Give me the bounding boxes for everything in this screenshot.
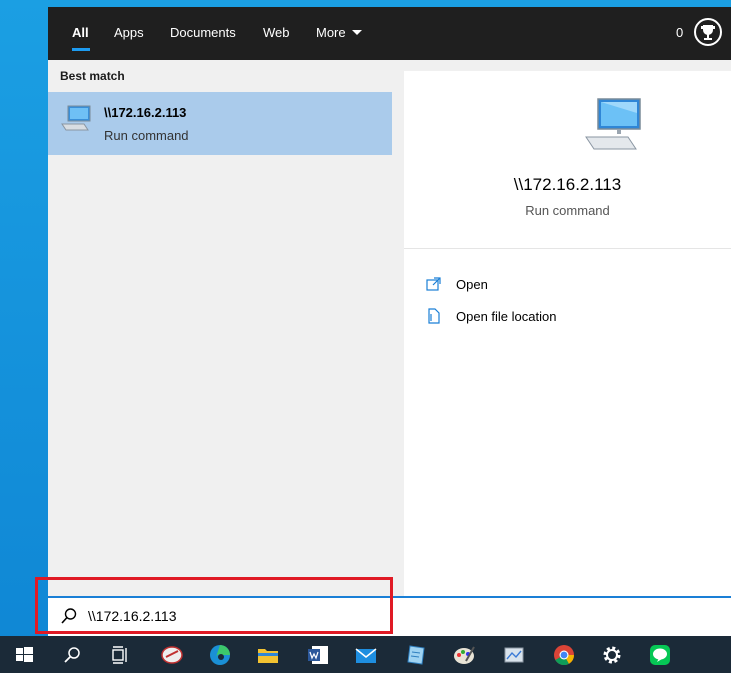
notepad-icon[interactable]: [392, 636, 440, 673]
taskbar: [0, 636, 731, 673]
tab-label: Apps: [114, 25, 144, 40]
trophy-icon[interactable]: [694, 18, 722, 46]
open-label: Open: [456, 277, 488, 292]
computer-icon: [584, 97, 644, 158]
line-icon[interactable]: [636, 636, 684, 673]
detail-subtitle: Run command: [525, 203, 610, 218]
computer-icon: [60, 104, 92, 139]
task-view-icon[interactable]: [96, 636, 144, 673]
rewards-points: 0: [676, 25, 684, 40]
open-file-location-label: Open file location: [456, 309, 557, 324]
chrome-icon[interactable]: [540, 636, 588, 673]
mail-icon[interactable]: [342, 636, 390, 673]
word-icon[interactable]: [294, 636, 342, 673]
active-tab-indicator: [72, 48, 90, 51]
file-location-icon: [426, 308, 442, 329]
chevron-down-icon: [351, 30, 362, 35]
search-icon[interactable]: [48, 636, 96, 673]
tab-label: All: [72, 25, 89, 40]
tab-apps[interactable]: Apps: [114, 7, 144, 60]
tab-web[interactable]: Web: [263, 7, 290, 60]
tab-documents[interactable]: Documents: [170, 7, 236, 60]
divider: [404, 248, 731, 249]
search-panel: All Apps Documents Web More 0 Best match: [48, 7, 731, 636]
open-icon: [426, 276, 442, 297]
tab-more[interactable]: More: [316, 7, 362, 60]
best-match-result[interactable]: \\172.16.2.113 Run command: [48, 92, 392, 155]
settings-icon[interactable]: [588, 636, 636, 673]
results-pane: Best match \\172.16.2.113 Run command: [48, 60, 404, 636]
tab-label: More: [316, 25, 346, 40]
annotation-highlight-box: [35, 577, 393, 634]
screenshot-app-icon[interactable]: [490, 636, 538, 673]
search-tabs-bar: All Apps Documents Web More 0: [48, 7, 731, 60]
tab-all[interactable]: All: [72, 7, 89, 60]
best-match-heading: Best match: [60, 69, 125, 83]
detail-title: \\172.16.2.113: [513, 175, 622, 194]
paint-icon[interactable]: [440, 636, 488, 673]
details-pane: \\172.16.2.113 Run command Open Open fil…: [404, 71, 731, 636]
tab-label: Documents: [170, 25, 236, 40]
tab-label: Web: [263, 25, 290, 40]
result-title: \\172.16.2.113: [104, 105, 187, 120]
result-subtitle: Run command: [104, 128, 189, 143]
edge-icon[interactable]: [196, 636, 244, 673]
app-icon[interactable]: [148, 636, 196, 673]
start-icon[interactable]: [0, 636, 48, 673]
file-explorer-icon[interactable]: [244, 636, 292, 673]
